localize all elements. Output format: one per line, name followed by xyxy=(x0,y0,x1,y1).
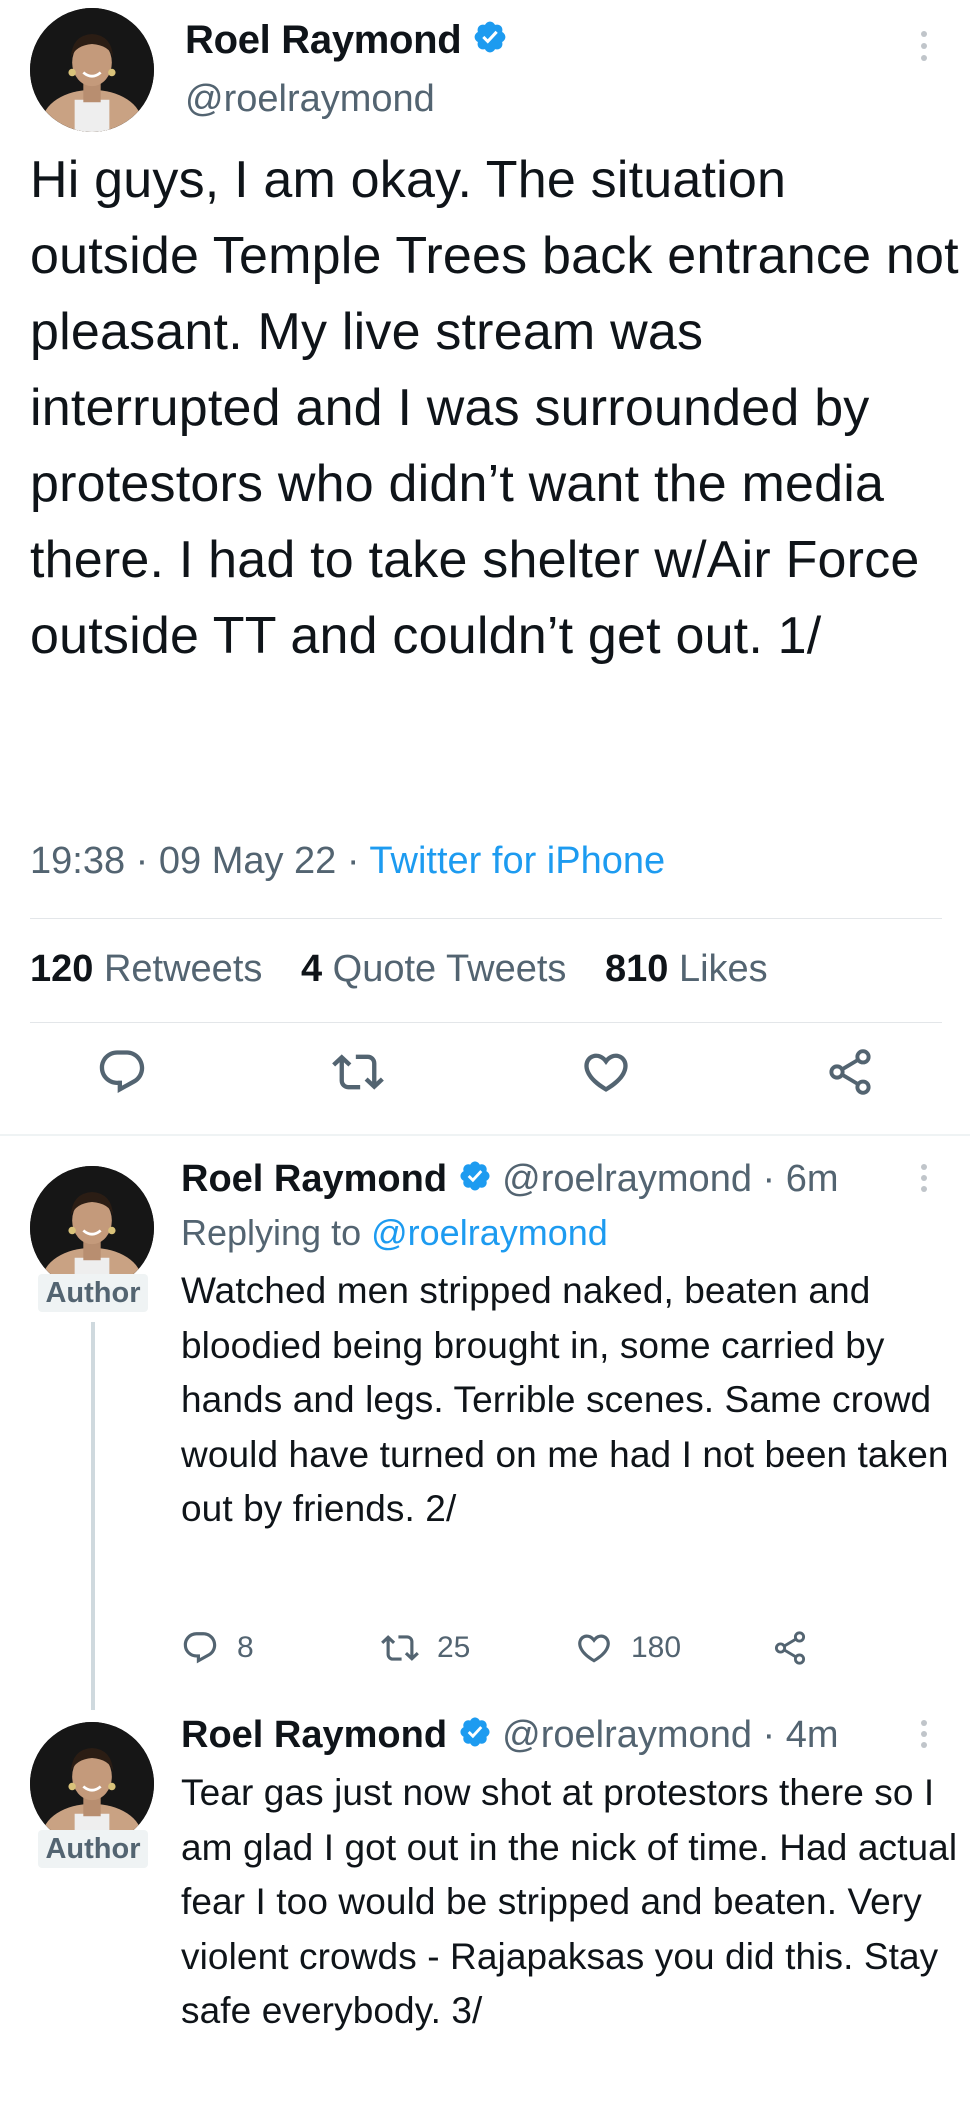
meta-separator: · xyxy=(135,840,149,882)
reply-icon[interactable] xyxy=(96,1046,148,1098)
retweet-icon[interactable] xyxy=(332,1046,384,1098)
tweet-stats: 120 Retweets 4 Quote Tweets 810 Likes xyxy=(30,948,796,991)
more-options-icon[interactable] xyxy=(912,1158,936,1198)
retweets-count: 120 xyxy=(30,948,94,990)
tweet-source-link[interactable]: Twitter for iPhone xyxy=(369,840,665,882)
author-handle[interactable]: @roelraymond xyxy=(502,1714,752,1756)
replying-to-handle[interactable]: @roelraymond xyxy=(371,1212,608,1253)
tweet-time: 19:38 xyxy=(30,840,126,882)
reply-header: Roel Raymond @roelraymond · 6m xyxy=(181,1158,839,1203)
avatar[interactable] xyxy=(30,8,154,132)
tweet-text: Hi guys, I am okay. The situation outsid… xyxy=(30,151,959,665)
quotes-label: Quote Tweets xyxy=(332,948,567,990)
main-tweet: Roel Raymond @roelraymond Hi guys, I am … xyxy=(0,0,970,1134)
like-count: 180 xyxy=(631,1631,682,1664)
author-name[interactable]: Roel Raymond xyxy=(181,1714,447,1756)
profile-photo xyxy=(30,8,154,132)
reply-tweet[interactable]: Author Roel Raymond @roelraymond · 4m Te… xyxy=(0,1696,970,2114)
meta-separator: · xyxy=(762,1714,776,1756)
share-icon xyxy=(774,1631,806,1665)
retweet-action[interactable]: 25 xyxy=(381,1626,470,1670)
replying-prefix: Replying to xyxy=(181,1212,362,1253)
avatar[interactable] xyxy=(30,1722,154,1846)
author-name-row[interactable]: Roel Raymond xyxy=(185,18,508,65)
replying-to: Replying to @roelraymond xyxy=(181,1212,608,1254)
profile-photo xyxy=(30,1722,154,1846)
share-icon[interactable] xyxy=(824,1046,876,1098)
like-action[interactable]: 180 xyxy=(575,1626,681,1670)
author-handle[interactable]: @roelraymond xyxy=(502,1158,752,1200)
divider xyxy=(30,1022,942,1023)
likes-count: 810 xyxy=(604,948,669,990)
more-options-icon[interactable] xyxy=(912,1714,936,1754)
reply-text: Tear gas just now shot at protestors the… xyxy=(181,1772,958,2031)
verified-badge-icon xyxy=(472,19,508,65)
author-name[interactable]: Roel Raymond xyxy=(185,18,462,62)
reply-time[interactable]: 4m xyxy=(786,1714,839,1756)
meta-separator: · xyxy=(346,840,360,882)
likes-label: Likes xyxy=(678,948,768,990)
thread-line xyxy=(91,1322,95,1710)
divider xyxy=(30,918,942,919)
reply-action[interactable]: 8 xyxy=(181,1626,254,1670)
like-icon[interactable] xyxy=(580,1046,632,1098)
reply-tweet[interactable]: Author Roel Raymond @roelraymond · 6m Re… xyxy=(0,1136,970,1710)
reply-time[interactable]: 6m xyxy=(786,1158,839,1200)
retweet-icon xyxy=(381,1635,419,1661)
author-badge: Author xyxy=(38,1830,148,1868)
reply-count: 8 xyxy=(237,1631,254,1664)
verified-badge-icon xyxy=(458,1159,492,1203)
verified-badge-icon xyxy=(458,1715,492,1759)
reply-actions: 8 25 180 xyxy=(181,1626,881,1670)
meta-separator: · xyxy=(762,1158,776,1200)
like-icon xyxy=(578,1634,610,1663)
profile-photo xyxy=(30,1166,154,1290)
reply-header: Roel Raymond @roelraymond · 4m xyxy=(181,1714,839,1759)
retweets-label: Retweets xyxy=(103,948,263,990)
author-name[interactable]: Roel Raymond xyxy=(181,1158,447,1200)
tweet-date: 09 May 22 xyxy=(158,840,337,882)
share-action[interactable] xyxy=(771,1626,809,1670)
likes-stat[interactable]: 810 Likes xyxy=(605,948,768,990)
reply-icon xyxy=(183,1632,217,1664)
author-handle[interactable]: @roelraymond xyxy=(185,78,435,121)
retweet-count: 25 xyxy=(437,1631,471,1664)
avatar[interactable] xyxy=(30,1166,154,1290)
quotes-count: 4 xyxy=(300,948,323,990)
quotes-stat[interactable]: 4 Quote Tweets xyxy=(301,948,566,990)
reply-text: Watched men stripped naked, beaten and b… xyxy=(181,1270,949,1529)
retweets-stat[interactable]: 120 Retweets xyxy=(30,948,262,990)
tweet-actions xyxy=(0,1046,970,1116)
author-badge: Author xyxy=(38,1274,148,1312)
tweet-meta: 19:38 · 09 May 22 · Twitter for iPhone xyxy=(30,840,665,883)
more-options-icon[interactable] xyxy=(912,26,936,66)
